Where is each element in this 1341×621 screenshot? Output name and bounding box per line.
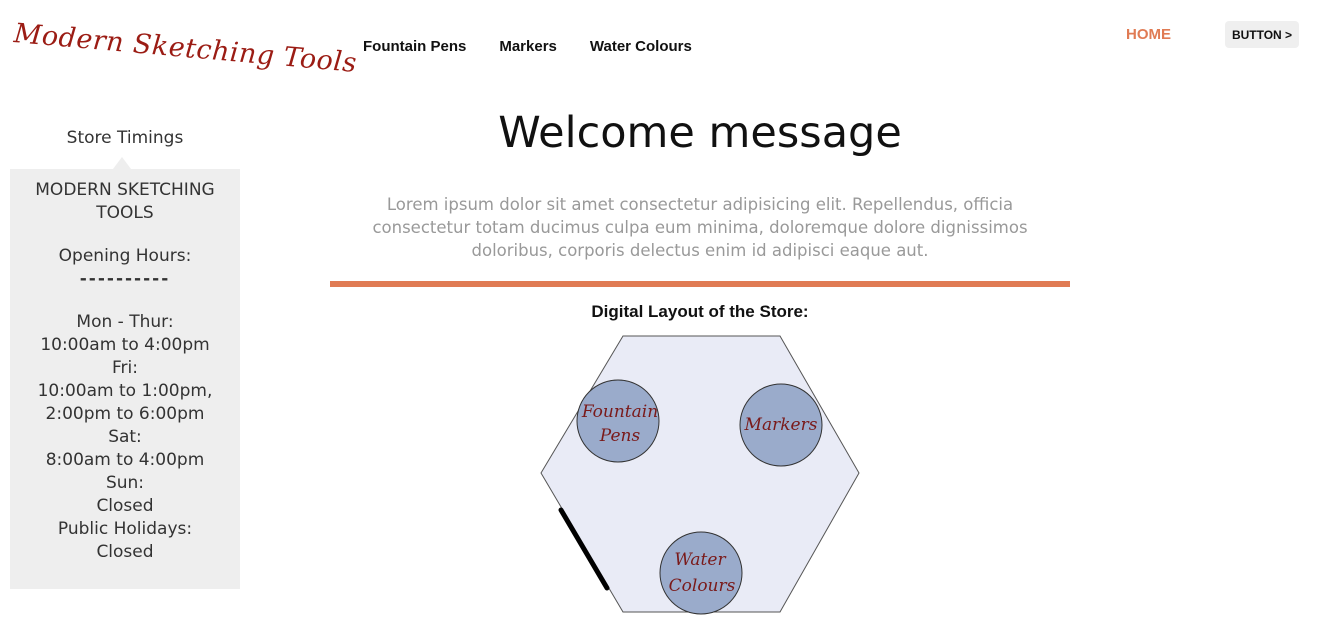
zone-water-colours[interactable]: Water Colours xyxy=(659,531,743,615)
hours-line: Closed xyxy=(96,496,154,516)
hours-line: Sat: xyxy=(108,427,142,447)
hours-line: Mon - Thur: xyxy=(76,312,174,332)
hours-line: Fri: xyxy=(112,358,138,378)
nav-fountain-pens[interactable]: Fountain Pens xyxy=(363,38,466,55)
hours-line: 10:00am to 4:00pm xyxy=(40,335,210,355)
timings-pointer xyxy=(113,157,131,169)
main-nav: Fountain Pens Markers Water Colours xyxy=(363,38,725,55)
welcome-heading: Welcome message xyxy=(498,108,902,158)
store-layout-map: Fountain Pens Markers Water Colours xyxy=(540,335,860,615)
store-timings-title: Store Timings xyxy=(66,128,184,148)
logo-text: Modern Sketching Tools xyxy=(12,18,359,79)
section-divider xyxy=(330,281,1070,287)
store-layout-title: Digital Layout of the Store: xyxy=(591,302,809,321)
zone-fountain-pens-label: Fountain xyxy=(581,402,658,422)
home-link[interactable]: HOME xyxy=(1126,26,1171,43)
zone-markers-label: Markers xyxy=(744,415,818,435)
store-name-line: TOOLS xyxy=(96,203,154,223)
hours-line: Sun: xyxy=(105,473,145,493)
zone-water-colours-label: Water xyxy=(674,550,726,570)
nav-water-colours[interactable]: Water Colours xyxy=(590,38,692,55)
zone-fountain-pens[interactable]: Fountain Pens xyxy=(576,379,660,463)
hours-line: 2:00pm to 6:00pm xyxy=(45,404,205,424)
nav-markers[interactable]: Markers xyxy=(499,38,557,55)
store-name-line: MODERN SKETCHING xyxy=(35,180,215,200)
store-name: MODERN SKETCHING TOOLS xyxy=(10,179,240,225)
store-timings-panel: MODERN SKETCHING TOOLS Opening Hours: --… xyxy=(10,169,240,589)
hours-line: 8:00am to 4:00pm xyxy=(45,450,205,470)
zone-water-colours-circle xyxy=(659,531,743,615)
header-button[interactable]: BUTTON > xyxy=(1225,21,1299,48)
site-logo[interactable]: Modern Sketching Tools xyxy=(13,4,358,79)
intro-paragraph: Lorem ipsum dolor sit amet consectetur a… xyxy=(372,195,1028,260)
opening-hours-label: Opening Hours: xyxy=(58,246,192,266)
hours-line: 10:00am to 1:00pm, xyxy=(37,381,213,401)
dashes-separator: ---------- xyxy=(79,269,171,289)
hours-line: Public Holidays: xyxy=(57,519,193,539)
zone-markers[interactable]: Markers xyxy=(739,383,823,467)
hours-line: Closed xyxy=(96,542,154,562)
zone-fountain-pens-label: Pens xyxy=(599,426,641,446)
zone-water-colours-label: Colours xyxy=(669,576,736,596)
hours-list: Mon - Thur: 10:00am to 4:00pm Fri: 10:00… xyxy=(10,311,240,564)
